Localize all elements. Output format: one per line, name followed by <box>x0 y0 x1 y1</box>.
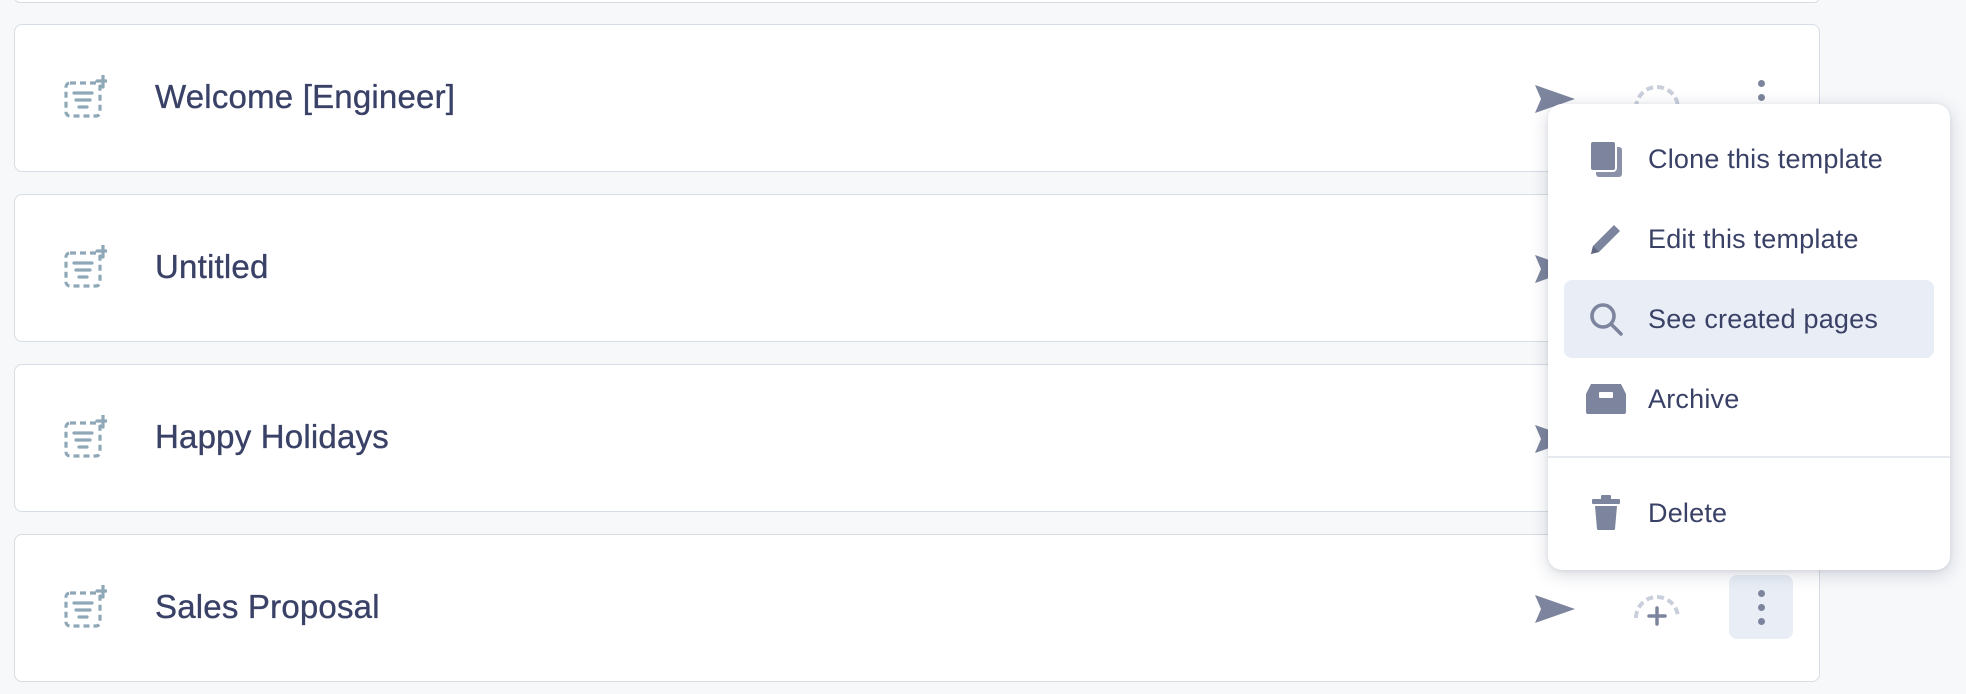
template-title[interactable]: Sales Proposal <box>155 587 380 627</box>
previous-row-edge <box>14 0 1820 3</box>
archive-icon <box>1584 377 1628 421</box>
more-vertical-icon <box>1757 589 1765 625</box>
template-icon <box>64 585 107 628</box>
trash-icon <box>1584 491 1628 535</box>
menu-item-label: See created pages <box>1648 303 1879 334</box>
template-icon <box>64 415 107 458</box>
menu-item-label: Edit this template <box>1648 223 1859 254</box>
create-page-icon <box>1634 595 1680 626</box>
menu-item-label: Archive <box>1648 383 1740 414</box>
send-button[interactable] <box>1530 585 1580 633</box>
menu-item-edit-template[interactable]: Edit this template <box>1564 200 1934 278</box>
menu-item-delete[interactable]: Delete <box>1564 474 1934 552</box>
menu-item-label: Clone this template <box>1648 143 1883 174</box>
menu-item-clone-template[interactable]: Clone this template <box>1564 120 1934 198</box>
create-page-button[interactable] <box>1627 583 1687 633</box>
template-title[interactable]: Welcome [Engineer] <box>155 77 455 117</box>
search-icon <box>1584 297 1628 341</box>
template-icon <box>64 245 107 288</box>
menu-item-see-created-pages[interactable]: See created pages <box>1564 280 1934 358</box>
pencil-icon <box>1584 217 1628 261</box>
template-title[interactable]: Happy Holidays <box>155 417 389 457</box>
send-icon <box>1535 595 1575 623</box>
template-title[interactable]: Untitled <box>155 247 269 287</box>
menu-item-archive[interactable]: Archive <box>1564 360 1934 438</box>
menu-item-label: Delete <box>1648 497 1728 528</box>
template-context-menu: Clone this template Edit this template S… <box>1548 104 1950 570</box>
menu-divider <box>1548 456 1950 458</box>
more-options-button[interactable] <box>1729 575 1793 639</box>
template-icon <box>64 75 107 118</box>
clone-icon <box>1584 137 1628 181</box>
